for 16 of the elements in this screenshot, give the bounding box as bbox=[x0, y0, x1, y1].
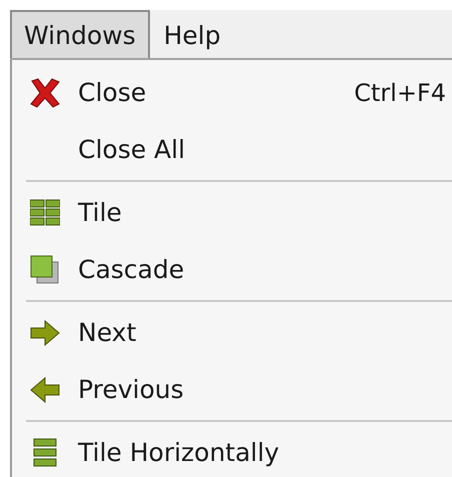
grid-icon bbox=[30, 198, 60, 226]
menu-item[interactable]: Next bbox=[78, 318, 452, 347]
menu-item[interactable]: Tile bbox=[78, 198, 452, 227]
stacked-squares-icon bbox=[30, 254, 60, 284]
left-arrow-icon bbox=[30, 376, 60, 402]
close-icon bbox=[28, 78, 62, 108]
right-arrow-icon bbox=[30, 320, 60, 346]
shortcut-label: Ctrl+F4 bbox=[354, 78, 447, 106]
menu-bar-item[interactable]: Windows bbox=[10, 10, 150, 58]
menu-bar-item[interactable]: Help bbox=[150, 10, 235, 58]
stacked-bars-icon bbox=[33, 438, 57, 468]
menu-item[interactable]: Cascade bbox=[78, 255, 452, 284]
menu-item[interactable]: Close All bbox=[78, 135, 452, 164]
menu-item[interactable]: Previous bbox=[78, 375, 452, 404]
menu-item[interactable]: Close bbox=[78, 78, 354, 107]
menu-item[interactable]: Tile Horizontally bbox=[78, 438, 452, 467]
